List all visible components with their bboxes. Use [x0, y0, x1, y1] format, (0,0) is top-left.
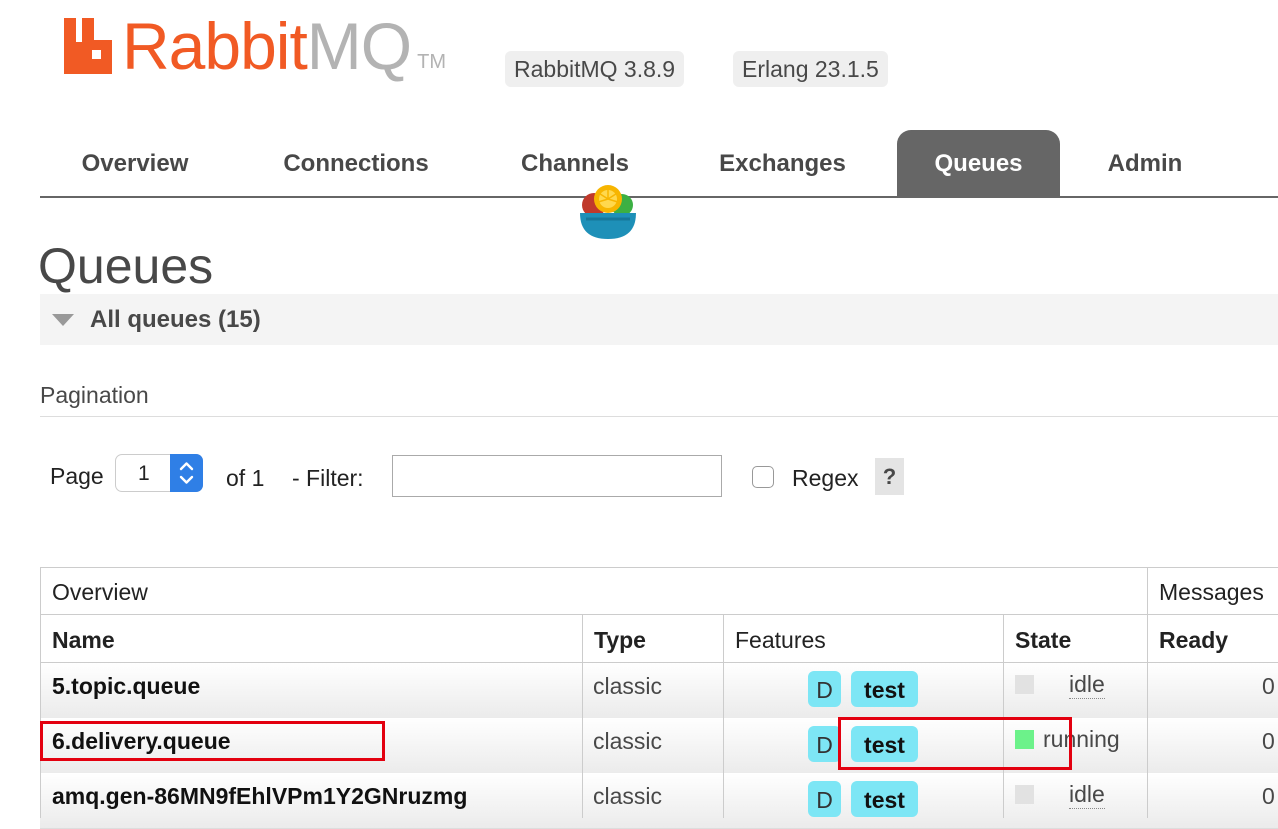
- regex-label: Regex: [792, 465, 859, 491]
- state-indicator-icon: [1015, 785, 1034, 804]
- column-header-name[interactable]: Name: [40, 615, 583, 663]
- main-nav: Overview Connections Channels Exchanges …: [40, 130, 1278, 198]
- column-header-state[interactable]: State: [1003, 615, 1148, 663]
- pagination-heading: Pagination: [40, 382, 149, 408]
- table-row: 5.topic.queue classic D test idle 0: [40, 663, 1278, 719]
- page-title: Queues: [38, 238, 214, 294]
- queue-type: classic: [593, 783, 663, 809]
- queue-state: idle: [1069, 781, 1105, 809]
- tab-overview[interactable]: Overview: [40, 130, 230, 196]
- erlang-version-badge: Erlang 23.1.5: [733, 51, 888, 87]
- page-select-value: 1: [138, 462, 150, 485]
- logo-trademark: TM: [417, 51, 446, 73]
- ready-count: 0: [1262, 673, 1275, 699]
- overview-group-header: Overview: [40, 567, 1148, 615]
- tab-exchanges[interactable]: Exchanges: [700, 130, 865, 196]
- queue-state: idle: [1069, 671, 1105, 699]
- ready-count: 0: [1262, 728, 1275, 754]
- page-label: Page: [50, 463, 104, 489]
- state-indicator-icon: [1015, 675, 1034, 694]
- tab-queues[interactable]: Queues: [897, 130, 1060, 196]
- rabbitmq-logo-icon: [64, 18, 112, 74]
- rabbitmq-version-badge: RabbitMQ 3.8.9: [505, 51, 685, 87]
- queue-type: classic: [593, 728, 663, 754]
- arguments-badge: test: [851, 671, 918, 707]
- column-header-ready[interactable]: Ready: [1147, 615, 1278, 663]
- table-row: amq.gen-86MN9fEhlVPm1Y2GNruzmg classic D…: [40, 773, 1278, 829]
- logo-text-mq: MQ: [306, 9, 412, 83]
- regex-checkbox[interactable]: [752, 466, 774, 488]
- column-divider: [723, 663, 724, 818]
- column-header-type[interactable]: Type: [582, 615, 724, 663]
- ready-count: 0: [1262, 783, 1275, 809]
- durable-badge: D: [808, 781, 841, 817]
- filter-input[interactable]: [392, 455, 722, 497]
- rabbitmq-logo[interactable]: Rabbit MQ TM: [62, 9, 446, 83]
- durable-badge: D: [808, 671, 841, 707]
- tab-connections[interactable]: Connections: [258, 130, 454, 196]
- tab-admin[interactable]: Admin: [1090, 130, 1200, 196]
- queue-name-link[interactable]: amq.gen-86MN9fEhlVPm1Y2GNruzmg: [52, 783, 467, 810]
- collapse-triangle-icon: [52, 313, 74, 326]
- durable-badge: D: [808, 726, 841, 762]
- section-title: All queues (15): [90, 305, 261, 333]
- salad-bowl-icon: [580, 185, 636, 239]
- select-arrows-icon: [170, 454, 203, 492]
- logo-text-rabbit: Rabbit: [122, 9, 308, 83]
- messages-group-header: Messages: [1147, 567, 1278, 615]
- filter-label: - Filter:: [292, 465, 364, 491]
- arguments-badge: test: [851, 781, 918, 817]
- pagination-divider: [40, 416, 1278, 417]
- annotation-highlight-queue-name: [40, 721, 385, 761]
- regex-help-button[interactable]: ?: [875, 458, 904, 495]
- column-divider: [582, 663, 583, 818]
- column-divider: [1147, 663, 1148, 818]
- page-count-label: of 1: [226, 465, 265, 491]
- column-header-features: Features: [723, 615, 1004, 663]
- page-select[interactable]: 1: [115, 454, 203, 492]
- queue-type: classic: [593, 673, 663, 699]
- annotation-highlight-state: [838, 717, 1072, 770]
- queue-name-link[interactable]: 5.topic.queue: [52, 673, 200, 700]
- all-queues-section-toggle[interactable]: All queues (15): [40, 294, 1278, 345]
